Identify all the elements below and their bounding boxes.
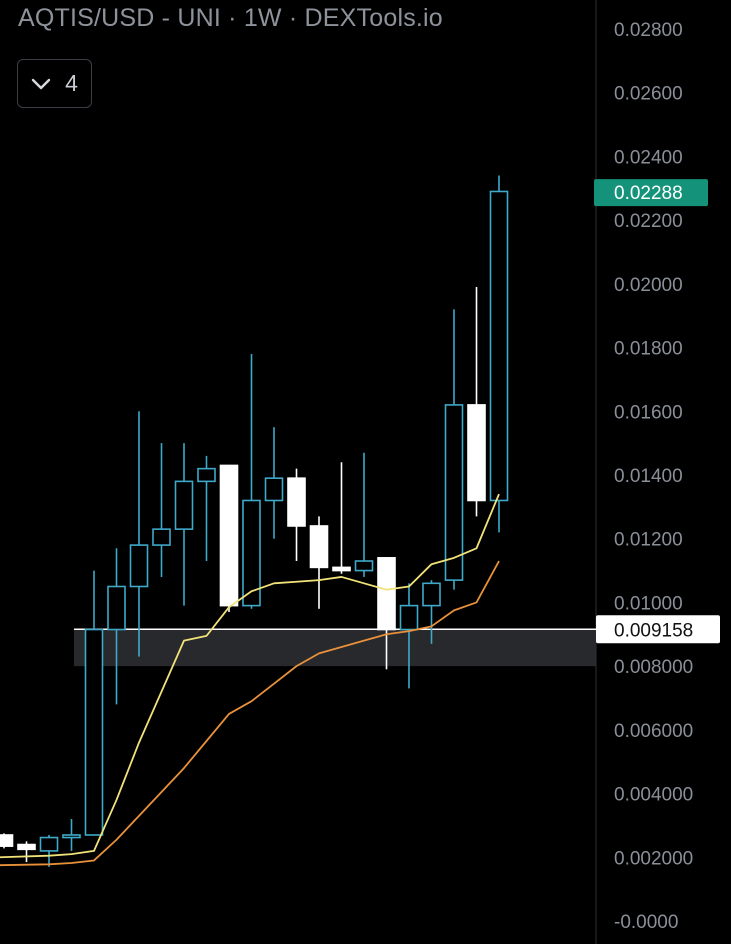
price-chart[interactable]: 0.02800 0.02600 0.02400 0.02200 0.02000 0.018…	[0, 0, 731, 944]
candle-body-up	[84, 628, 104, 836]
level-price-label: 0.009158	[614, 620, 693, 641]
candle-body-up	[62, 834, 81, 839]
candle-body-down	[377, 557, 396, 631]
candle-body-down	[287, 477, 306, 527]
price-axis: 0.02800 0.02600 0.02400 0.02200 0.02000 0.018…	[595, 0, 693, 944]
y-tick-label: -0.0000	[614, 912, 678, 933]
y-tick-label: 0.01800	[614, 339, 683, 360]
candle-body-up	[444, 404, 464, 581]
candle-body-down	[467, 404, 486, 502]
y-tick-label: 0.02600	[614, 84, 683, 105]
support-zone	[74, 629, 596, 667]
y-tick-label: 0.002000	[614, 848, 693, 869]
last-price-label: 0.02288	[614, 183, 683, 204]
candle-body-down	[17, 843, 36, 851]
y-tick-label: 0.01400	[614, 466, 683, 487]
candles-layer	[0, 175, 509, 867]
y-tick-label: 0.02800	[614, 20, 683, 41]
candle-body-down	[0, 834, 14, 847]
candle-body-up	[39, 836, 59, 852]
candle-body-up	[264, 477, 284, 502]
candle-body-up	[129, 544, 149, 588]
candle-body-down	[219, 464, 239, 607]
y-tick-label: 0.008000	[614, 657, 693, 678]
candle-body-up	[354, 560, 374, 572]
slow-moving-average-line	[0, 560, 500, 867]
candle-body-up	[107, 585, 126, 631]
candle-body-down	[309, 525, 329, 569]
y-tick-label: 0.004000	[614, 785, 693, 806]
y-tick-label: 0.006000	[614, 721, 693, 742]
candle-body-up	[197, 467, 216, 483]
y-tick-label: 0.01600	[614, 402, 683, 423]
y-tick-label: 0.01000	[614, 593, 683, 614]
candle-body-up	[152, 528, 171, 546]
candle-body-up	[399, 604, 419, 631]
candle-body-up	[422, 582, 441, 607]
candle-body-down	[332, 566, 351, 572]
y-tick-label: 0.02000	[614, 275, 683, 296]
y-tick-label: 0.02400	[614, 147, 683, 168]
y-tick-label: 0.01200	[614, 530, 683, 551]
candle-body-up	[174, 480, 194, 530]
candle-body-up	[489, 190, 509, 502]
y-tick-label: 0.02200	[614, 211, 683, 232]
